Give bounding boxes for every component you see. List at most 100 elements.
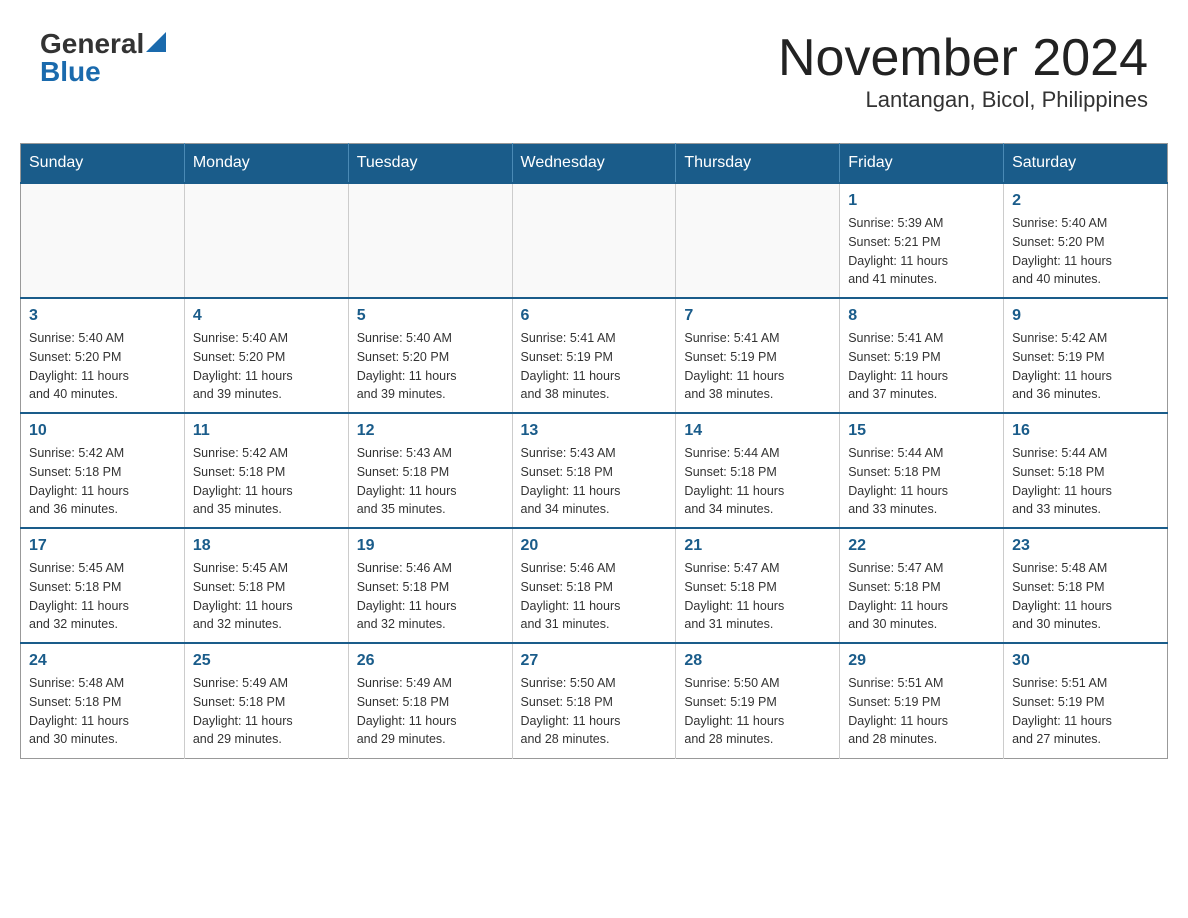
calendar-cell [348, 183, 512, 298]
day-number: 6 [521, 307, 668, 325]
day-of-week-monday: Monday [184, 144, 348, 184]
calendar-body: 1 Sunrise: 5:39 AMSunset: 5:21 PMDaylight… [21, 183, 1168, 758]
day-info: Sunrise: 5:42 AMSunset: 5:18 PMDaylight:… [29, 444, 176, 519]
calendar-cell: 30Sunrise: 5:51 AMSunset: 5:19 PMDayligh… [1004, 643, 1168, 758]
day-of-week-friday: Friday [840, 144, 1004, 184]
day-info: Sunrise: 5:51 AMSunset: 5:19 PMDaylight:… [848, 674, 995, 749]
day-info: Sunrise: 5:42 AMSunset: 5:18 PMDaylight:… [193, 444, 340, 519]
day-of-week-wednesday: Wednesday [512, 144, 676, 184]
day-number: 24 [29, 652, 176, 670]
calendar-cell: 25 Sunrise: 5:49 AMSunset: 5:18 PMDayligh… [184, 643, 348, 758]
day-number: 27 [521, 652, 668, 670]
calendar-cell [21, 183, 185, 298]
calendar-week-1: 1 Sunrise: 5:39 AMSunset: 5:21 PMDaylight… [21, 183, 1168, 298]
day-info: Sunrise: 5:50 AMSunset: 5:19 PMDaylight:… [684, 674, 831, 749]
day-info: Sunrise: 5:48 AMSunset: 5:18 PMDaylight:… [29, 674, 176, 749]
calendar-cell: 24 Sunrise: 5:48 AMSunset: 5:18 PMDayligh… [21, 643, 185, 758]
day-info: Sunrise: 5:45 AMSunset: 5:18 PMDaylight:… [193, 559, 340, 634]
day-number: 28 [684, 652, 831, 670]
calendar-cell: 9 Sunrise: 5:42 AMSunset: 5:19 PMDaylight… [1004, 298, 1168, 413]
day-info: Sunrise: 5:44 AMSunset: 5:18 PMDaylight:… [848, 444, 995, 519]
calendar-cell: 12 Sunrise: 5:43 AMSunset: 5:18 PMDayligh… [348, 413, 512, 528]
day-number: 22 [848, 537, 995, 555]
day-info: Sunrise: 5:41 AMSunset: 5:19 PMDaylight:… [848, 329, 995, 404]
calendar-cell: 1 Sunrise: 5:39 AMSunset: 5:21 PMDaylight… [840, 183, 1004, 298]
calendar-cell: 14 Sunrise: 5:44 AMSunset: 5:18 PMDayligh… [676, 413, 840, 528]
day-number: 23 [1012, 537, 1159, 555]
day-info: Sunrise: 5:43 AMSunset: 5:18 PMDaylight:… [521, 444, 668, 519]
page-header: General Blue November 2024 Lantangan, Bi… [20, 20, 1168, 123]
day-info: Sunrise: 5:45 AMSunset: 5:18 PMDaylight:… [29, 559, 176, 634]
calendar-cell [184, 183, 348, 298]
day-info: Sunrise: 5:43 AMSunset: 5:18 PMDaylight:… [357, 444, 504, 519]
day-info: Sunrise: 5:42 AMSunset: 5:19 PMDaylight:… [1012, 329, 1159, 404]
calendar-cell [512, 183, 676, 298]
day-number: 12 [357, 422, 504, 440]
day-number: 17 [29, 537, 176, 555]
day-number: 20 [521, 537, 668, 555]
calendar-table: SundayMondayTuesdayWednesdayThursdayFrid… [20, 143, 1168, 759]
calendar-cell: 7Sunrise: 5:41 AMSunset: 5:19 PMDaylight… [676, 298, 840, 413]
day-of-week-thursday: Thursday [676, 144, 840, 184]
day-number: 3 [29, 307, 176, 325]
calendar-cell: 23Sunrise: 5:48 AMSunset: 5:18 PMDayligh… [1004, 528, 1168, 643]
day-number: 2 [1012, 192, 1159, 210]
day-info: Sunrise: 5:49 AMSunset: 5:18 PMDaylight:… [193, 674, 340, 749]
day-number: 14 [684, 422, 831, 440]
calendar-week-3: 10Sunrise: 5:42 AMSunset: 5:18 PMDayligh… [21, 413, 1168, 528]
logo-arrow-icon [146, 32, 166, 52]
calendar-cell: 10Sunrise: 5:42 AMSunset: 5:18 PMDayligh… [21, 413, 185, 528]
calendar-cell: 4 Sunrise: 5:40 AMSunset: 5:20 PMDaylight… [184, 298, 348, 413]
day-info: Sunrise: 5:49 AMSunset: 5:18 PMDaylight:… [357, 674, 504, 749]
calendar-cell [676, 183, 840, 298]
day-number: 5 [357, 307, 504, 325]
calendar-cell: 29 Sunrise: 5:51 AMSunset: 5:19 PMDayligh… [840, 643, 1004, 758]
day-number: 8 [848, 307, 995, 325]
calendar-cell: 16 Sunrise: 5:44 AMSunset: 5:18 PMDayligh… [1004, 413, 1168, 528]
calendar-cell: 17 Sunrise: 5:45 AMSunset: 5:18 PMDayligh… [21, 528, 185, 643]
day-number: 13 [521, 422, 668, 440]
calendar-cell: 28 Sunrise: 5:50 AMSunset: 5:19 PMDayligh… [676, 643, 840, 758]
day-info: Sunrise: 5:41 AMSunset: 5:19 PMDaylight:… [684, 329, 831, 404]
days-of-week-row: SundayMondayTuesdayWednesdayThursdayFrid… [21, 144, 1168, 184]
calendar-cell: 3 Sunrise: 5:40 AMSunset: 5:20 PMDaylight… [21, 298, 185, 413]
logo-general-text: General [40, 30, 144, 58]
day-number: 9 [1012, 307, 1159, 325]
day-number: 25 [193, 652, 340, 670]
calendar-week-2: 3 Sunrise: 5:40 AMSunset: 5:20 PMDaylight… [21, 298, 1168, 413]
calendar-cell: 19 Sunrise: 5:46 AMSunset: 5:18 PMDayligh… [348, 528, 512, 643]
day-number: 4 [193, 307, 340, 325]
calendar-cell: 18Sunrise: 5:45 AMSunset: 5:18 PMDayligh… [184, 528, 348, 643]
calendar-cell: 13 Sunrise: 5:43 AMSunset: 5:18 PMDayligh… [512, 413, 676, 528]
day-of-week-sunday: Sunday [21, 144, 185, 184]
day-info: Sunrise: 5:44 AMSunset: 5:18 PMDaylight:… [1012, 444, 1159, 519]
calendar-week-5: 24 Sunrise: 5:48 AMSunset: 5:18 PMDayligh… [21, 643, 1168, 758]
day-number: 30 [1012, 652, 1159, 670]
day-of-week-saturday: Saturday [1004, 144, 1168, 184]
day-info: Sunrise: 5:47 AMSunset: 5:18 PMDaylight:… [684, 559, 831, 634]
day-number: 16 [1012, 422, 1159, 440]
day-number: 11 [193, 422, 340, 440]
day-number: 1 [848, 192, 995, 210]
location-title: Lantangan, Bicol, Philippines [778, 87, 1148, 113]
day-number: 21 [684, 537, 831, 555]
title-section: November 2024 Lantangan, Bicol, Philippi… [778, 30, 1148, 113]
calendar-header: SundayMondayTuesdayWednesdayThursdayFrid… [21, 144, 1168, 184]
calendar-cell: 26Sunrise: 5:49 AMSunset: 5:18 PMDayligh… [348, 643, 512, 758]
calendar-cell: 20 Sunrise: 5:46 AMSunset: 5:18 PMDayligh… [512, 528, 676, 643]
day-info: Sunrise: 5:40 AMSunset: 5:20 PMDaylight:… [193, 329, 340, 404]
day-number: 19 [357, 537, 504, 555]
day-info: Sunrise: 5:40 AMSunset: 5:20 PMDaylight:… [29, 329, 176, 404]
calendar-cell: 8 Sunrise: 5:41 AMSunset: 5:19 PMDaylight… [840, 298, 1004, 413]
day-of-week-tuesday: Tuesday [348, 144, 512, 184]
day-info: Sunrise: 5:46 AMSunset: 5:18 PMDaylight:… [357, 559, 504, 634]
calendar-cell: 21 Sunrise: 5:47 AMSunset: 5:18 PMDayligh… [676, 528, 840, 643]
calendar-cell: 6Sunrise: 5:41 AMSunset: 5:19 PMDaylight… [512, 298, 676, 413]
day-number: 29 [848, 652, 995, 670]
calendar-cell: 2Sunrise: 5:40 AMSunset: 5:20 PMDaylight… [1004, 183, 1168, 298]
day-number: 15 [848, 422, 995, 440]
day-info: Sunrise: 5:46 AMSunset: 5:18 PMDaylight:… [521, 559, 668, 634]
day-info: Sunrise: 5:39 AMSunset: 5:21 PMDaylight:… [848, 214, 995, 289]
calendar-week-4: 17 Sunrise: 5:45 AMSunset: 5:18 PMDayligh… [21, 528, 1168, 643]
day-info: Sunrise: 5:44 AMSunset: 5:18 PMDaylight:… [684, 444, 831, 519]
